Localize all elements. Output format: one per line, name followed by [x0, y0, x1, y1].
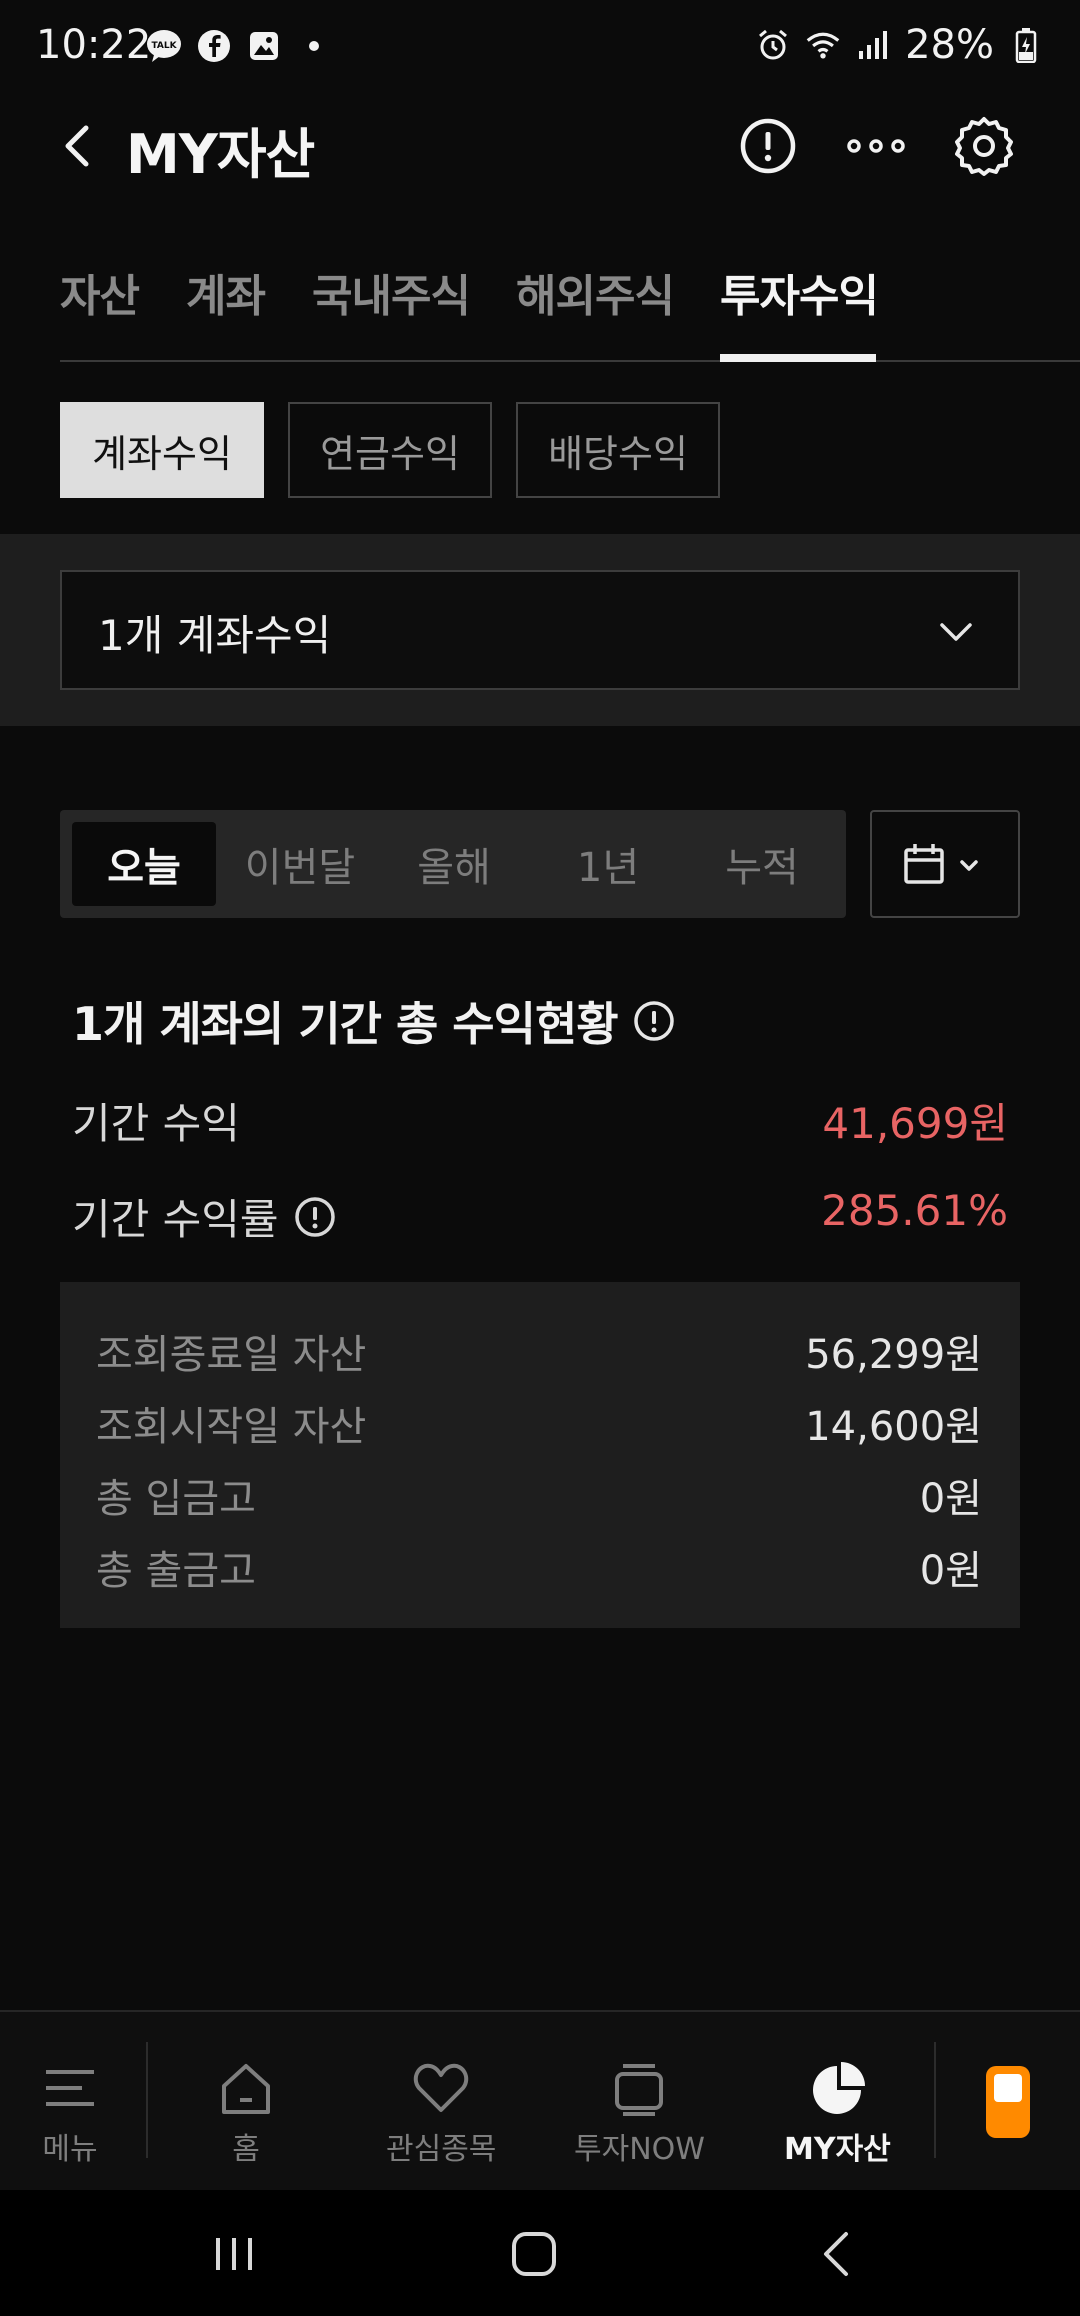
tab-investment-returns[interactable]: 투자수익 [720, 260, 879, 324]
chevron-left-icon [824, 2232, 848, 2276]
period-one-year[interactable]: 1년 [536, 822, 680, 906]
start-date-assets-value: 14,600원 [805, 1404, 982, 1450]
pie-chart-icon [813, 2062, 866, 2114]
period-profit-label-text: 기간 수익 [72, 1099, 240, 1148]
period-this-month[interactable]: 이번달 [228, 822, 372, 906]
subtab-chips: 계좌수익 연금수익 배당수익 [60, 402, 720, 498]
system-navigation-bar [0, 2190, 1080, 2316]
account-selector-band: 1개 계좌수익 [0, 534, 1080, 726]
info-circle-icon[interactable] [632, 999, 676, 1043]
calendar-icon [904, 844, 978, 884]
period-segmented-control: 오늘 이번달 올해 1년 누적 [60, 810, 846, 918]
active-tab-indicator [720, 354, 876, 362]
nav-watchlist-label: 관심종목 [386, 2132, 497, 2167]
total-deposit-label: 총 입금고 [96, 1476, 256, 1522]
chevron-down-icon [940, 623, 972, 641]
chip-dividend-returns[interactable]: 배당수익 [516, 402, 720, 498]
more-button[interactable] [844, 114, 908, 178]
tabs-divider [60, 360, 1080, 362]
tab-assets[interactable]: 자산 [60, 260, 140, 324]
nav-my-assets[interactable]: MY자산 [784, 2060, 891, 2168]
start-date-assets-label: 조회시작일 자산 [96, 1404, 367, 1450]
status-time: 10:22 [36, 22, 152, 68]
nav-divider [934, 2042, 936, 2158]
tab-foreign-stocks[interactable]: 해외주식 [516, 260, 675, 324]
period-profit-label: 기간 수익 [72, 1090, 240, 1151]
period-profit-value: 41,699원 [822, 1099, 1008, 1148]
more-horizontal-icon [847, 139, 905, 153]
total-withdrawal-value: 0원 [919, 1548, 982, 1594]
nav-home[interactable]: 홈 [216, 2060, 276, 2168]
calendar-button[interactable] [870, 810, 1020, 918]
notification-icons: TALK [146, 28, 332, 64]
nav-menu-label: 메뉴 [42, 2132, 98, 2167]
page-title: MY자산 [126, 123, 315, 186]
chip-account-returns[interactable]: 계좌수익 [60, 402, 264, 498]
svg-text:TALK: TALK [151, 41, 177, 51]
back-button[interactable] [50, 116, 110, 176]
status-bar: 10:22 TALK 28% [0, 0, 1080, 96]
battery-icon [1008, 27, 1044, 63]
gallery-icon [246, 28, 282, 64]
account-dropdown-label: 1개 계좌수익 [98, 611, 332, 660]
chevron-left-icon [65, 125, 89, 167]
total-deposit-value: 0원 [919, 1476, 982, 1522]
talk-icon: TALK [146, 28, 182, 64]
bottom-navigation: 메뉴 홈 관심종목 투자NOW MY자산 [0, 2010, 1080, 2190]
account-dropdown[interactable]: 1개 계좌수익 [60, 570, 1020, 690]
summary-title: 1개 계좌의 기간 총 수익현황 [72, 988, 676, 1054]
tv-icon [615, 2064, 664, 2116]
quick-action-icon [994, 2074, 1022, 2102]
quick-action-button[interactable] [986, 2066, 1030, 2138]
menu-icon [46, 2070, 94, 2106]
exclamation-circle-icon [740, 118, 796, 174]
system-status-icons: 28% [755, 22, 1044, 68]
nav-my-assets-label: MY자산 [784, 2132, 891, 2167]
end-date-assets-value: 56,299원 [805, 1332, 982, 1378]
period-cumulative[interactable]: 누적 [690, 822, 834, 906]
period-return-rate-label-text: 기간 수익률 [72, 1195, 279, 1244]
info-button[interactable] [736, 114, 800, 178]
home-square-icon [512, 2232, 556, 2276]
end-date-assets-label: 조회종료일 자산 [96, 1332, 367, 1378]
summary-title-text: 1개 계좌의 기간 총 수익현황 [72, 997, 619, 1051]
period-return-rate-label: 기간 수익률 [72, 1186, 337, 1247]
info-circle-icon[interactable] [293, 1195, 337, 1239]
tab-accounts[interactable]: 계좌 [186, 260, 266, 324]
more-notifications-dot [296, 28, 332, 64]
period-this-year[interactable]: 올해 [382, 822, 526, 906]
facebook-icon [196, 28, 232, 64]
nav-menu[interactable]: 메뉴 [40, 2060, 100, 2168]
nav-divider [146, 2042, 148, 2158]
recent-apps-icon [216, 2238, 252, 2270]
home-system-button[interactable] [504, 2224, 564, 2284]
main-tabs: 자산 계좌 국내주식 해외주식 투자수익 [0, 240, 1080, 362]
signal-icon [855, 27, 891, 63]
gear-icon [955, 117, 1013, 176]
home-icon [222, 2064, 270, 2114]
back-system-button[interactable] [808, 2224, 868, 2284]
recent-apps-button[interactable] [204, 2224, 264, 2284]
chip-pension-returns[interactable]: 연금수익 [288, 402, 492, 498]
period-return-rate-value: 285.61% [821, 1186, 1008, 1235]
alarm-icon [755, 27, 791, 63]
total-withdrawal-label: 총 출금고 [96, 1548, 256, 1594]
period-today[interactable]: 오늘 [72, 822, 216, 906]
battery-percent: 28% [905, 22, 994, 68]
wifi-icon [805, 27, 841, 63]
tab-domestic-stocks[interactable]: 국내주식 [312, 260, 471, 324]
nav-invest-now[interactable]: 투자NOW [574, 2060, 705, 2168]
app-header: MY자산 [0, 96, 1080, 196]
nav-home-label: 홈 [232, 2132, 260, 2167]
asset-detail-box: 조회종료일 자산 56,299원 조회시작일 자산 14,600원 총 입금고 … [60, 1282, 1020, 1628]
nav-invest-now-label: 투자NOW [574, 2132, 705, 2167]
settings-button[interactable] [952, 114, 1016, 178]
nav-watchlist[interactable]: 관심종목 [386, 2060, 496, 2168]
heart-icon [414, 2063, 469, 2112]
